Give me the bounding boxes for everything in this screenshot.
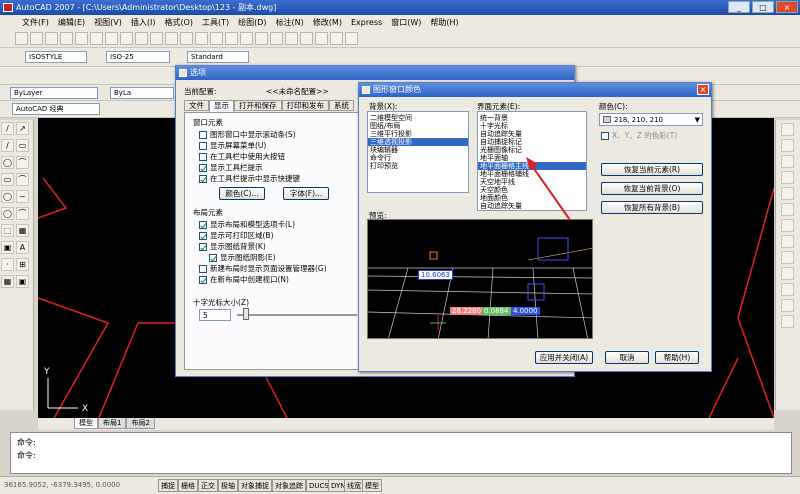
annotation-arrow-layer	[526, 157, 571, 221]
annotation-arrow-line	[529, 162, 571, 221]
annotation-arrow-head	[526, 157, 538, 170]
